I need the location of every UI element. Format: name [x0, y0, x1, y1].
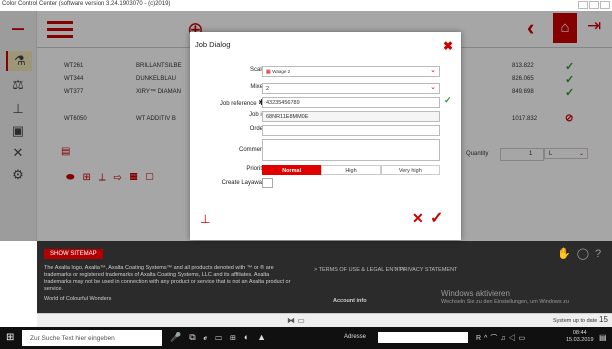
cancel-button[interactable]: ✕ [412, 210, 424, 227]
order-input[interactable] [262, 125, 440, 136]
address-label: Adresse [344, 334, 367, 340]
tray-icons[interactable]: R^⌒♫◁▭ [476, 333, 528, 343]
close-icon[interactable]: ✖ [443, 39, 453, 53]
close-window-button[interactable] [600, 1, 610, 9]
create-layaway-label: Create Layaway [221, 180, 265, 186]
update-badge: 15 [599, 315, 608, 324]
window-title: Color Control Center (software version 3… [2, 1, 171, 7]
job-reference-label: Job reference ✱ [220, 98, 265, 107]
status-bar: ⧓ ▭ System up to date 15 [37, 313, 612, 328]
connection-icon: ⧓ ▭ [287, 316, 305, 325]
windows-start-icon[interactable]: ⊞ [6, 332, 14, 343]
dialog-title: Job Dialog [195, 40, 231, 49]
maximize-button[interactable] [589, 1, 599, 9]
valid-check-icon: ✓ [444, 95, 452, 105]
job-reference-input[interactable]: 43235456789 [262, 97, 440, 108]
minimize-button[interactable] [578, 1, 588, 9]
help-icons[interactable]: ✋◯? [557, 247, 607, 260]
priority-normal[interactable]: Normal [262, 165, 322, 175]
taskbar-search[interactable]: Zur Suche Text hier eingeben [22, 330, 162, 346]
scale-select[interactable]: ▦ Waage 2 ⌄ [262, 66, 440, 77]
mixer-select[interactable]: 2 ⌄ [262, 83, 440, 94]
account-info: Account info [333, 298, 367, 304]
priority-very-high[interactable]: Very high [380, 165, 440, 175]
legal-text: The Axalta logo, Axalta™, Axalta Coating… [44, 265, 291, 292]
clock[interactable]: 08:44 15.03.2019 [566, 330, 594, 344]
priority-selector[interactable]: Normal High Very high [262, 165, 440, 175]
taskbar-apps[interactable]: 🎤⧉ℯ▭⊞◐▲ [170, 332, 274, 343]
taskbar: ⊞ Zur Suche Text hier eingeben 🎤⧉ℯ▭⊞◐▲ A… [0, 327, 612, 349]
show-sitemap-button[interactable]: SHOW SITEMAP [44, 249, 103, 259]
scale-icon: ▦ [266, 69, 271, 75]
privacy-link[interactable]: > PRIVACY STATEMENT [395, 267, 457, 273]
comment-textarea[interactable] [262, 139, 440, 161]
job-id-field: 68NR11E8MM0E [262, 111, 440, 122]
footer: SHOW SITEMAP The Axalta logo, Axalta™, A… [37, 241, 612, 313]
notifications-icon[interactable]: ▤ [599, 333, 607, 342]
windows-activation-title: Windows aktivieren [441, 289, 510, 298]
chevron-down-icon: ⌄ [430, 67, 436, 74]
terms-link[interactable]: > TERMS OF USE & LEGAL ENTITY [314, 267, 405, 273]
mixer-lid-icon[interactable]: ⊥ [200, 212, 210, 226]
confirm-button[interactable]: ✓ [430, 208, 443, 228]
window-controls [577, 1, 610, 11]
job-dialog: Job Dialog ✖ Scale ▦ Waage 2 ⌄ Mixer 2 ⌄… [190, 32, 461, 240]
footer-tagline: World of Colourful Wonders [44, 296, 112, 302]
priority-high[interactable]: High [321, 165, 381, 175]
address-input[interactable] [378, 332, 468, 343]
system-status: System up to date [553, 318, 598, 324]
chevron-down-icon: ⌄ [430, 84, 436, 91]
windows-activation-text: Wechseln Sie zu den Einstellungen, um Wi… [441, 299, 569, 305]
create-layaway-checkbox[interactable] [262, 178, 273, 188]
